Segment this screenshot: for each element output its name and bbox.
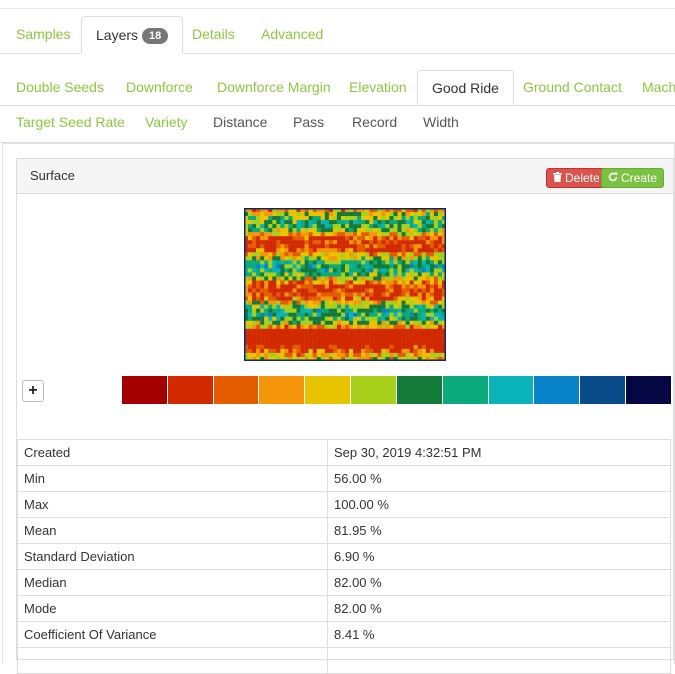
stats-row: Min 56.00 % xyxy=(17,465,671,492)
legend-swatch xyxy=(351,376,397,404)
legend-swatch xyxy=(396,376,443,404)
subtab-pass[interactable]: Pass xyxy=(293,105,324,139)
legend-swatch xyxy=(534,376,581,404)
surface-map-image xyxy=(244,208,446,361)
tab-layers[interactable]: Layers 18 xyxy=(81,16,184,54)
legend-swatch xyxy=(488,376,535,404)
subtab-width[interactable]: Width xyxy=(423,105,459,139)
stat-label: Mode xyxy=(17,595,328,622)
stat-value xyxy=(327,647,671,674)
subtab-downforce-margin[interactable]: Downforce Margin xyxy=(217,70,331,104)
tab-details[interactable]: Details xyxy=(192,16,235,52)
trash-icon xyxy=(553,169,562,187)
subtab-record[interactable]: Record xyxy=(352,105,397,139)
stat-label: Min xyxy=(17,465,328,492)
legend-swatch xyxy=(626,376,671,404)
create-label: Create xyxy=(621,171,658,185)
tab-label: Details xyxy=(192,26,235,42)
zoom-in-button[interactable]: + xyxy=(22,380,44,402)
stat-value: 56.00 % xyxy=(327,465,671,492)
stats-row: Coefficient Of Variance 8.41 % xyxy=(17,621,671,648)
layer-subtabs: Double Seeds Downforce Downforce Margin … xyxy=(0,70,675,143)
stats-row xyxy=(17,647,671,674)
legend-swatch xyxy=(442,376,489,404)
refresh-icon xyxy=(608,169,618,187)
surface-panel: Surface Delete Create + Created Sep 30, 2… xyxy=(16,158,674,674)
main-tabs: Samples Layers 18 Details Advanced xyxy=(0,16,675,54)
stat-value: 82.00 % xyxy=(327,595,671,622)
subtab-downforce[interactable]: Downforce xyxy=(126,70,193,104)
stats-row: Mean 81.95 % xyxy=(17,517,671,544)
tab-label: Advanced xyxy=(261,26,324,42)
stats-row: Mode 82.00 % xyxy=(17,595,671,622)
legend-swatch xyxy=(122,376,168,404)
stat-value: Sep 30, 2019 4:32:51 PM xyxy=(327,439,671,466)
stat-label: Standard Deviation xyxy=(17,543,328,570)
stat-value: 100.00 % xyxy=(327,491,671,518)
subtab-variety[interactable]: Variety xyxy=(145,105,188,139)
stat-label: Max xyxy=(17,491,328,518)
stat-value: 8.41 % xyxy=(327,621,671,648)
color-legend xyxy=(122,376,671,404)
tab-samples[interactable]: Samples xyxy=(16,16,70,52)
stat-value: 82.00 % xyxy=(327,569,671,596)
panel-title: Surface xyxy=(30,168,75,183)
panel-header: Surface Delete Create xyxy=(17,159,673,194)
stats-row: Max 100.00 % xyxy=(17,491,671,518)
subtab-good-ride[interactable]: Good Ride xyxy=(417,70,514,106)
stats-row: Created Sep 30, 2019 4:32:51 PM xyxy=(17,439,671,466)
subtab-target-seed-rate[interactable]: Target Seed Rate xyxy=(16,105,125,139)
tab-label: Samples xyxy=(16,26,71,42)
delete-label: Delete xyxy=(565,171,600,185)
subtab-machine[interactable]: Machi xyxy=(642,70,675,104)
tab-label: Layers xyxy=(96,27,139,43)
legend-swatch xyxy=(305,376,352,404)
stats-table: Created Sep 30, 2019 4:32:51 PM Min 56.00 %… xyxy=(17,439,671,674)
stat-value: 81.95 % xyxy=(327,517,671,544)
stat-label: Mean xyxy=(17,517,328,544)
create-button[interactable]: Create xyxy=(601,168,665,188)
tab-advanced[interactable]: Advanced xyxy=(261,16,323,52)
stat-label xyxy=(17,647,328,674)
stats-row: Median 82.00 % xyxy=(17,569,671,596)
legend-swatch xyxy=(213,376,260,404)
stats-row: Standard Deviation 6.90 % xyxy=(17,543,671,570)
delete-button[interactable]: Delete xyxy=(546,168,607,188)
layers-count-badge: 18 xyxy=(142,28,169,44)
stat-label: Median xyxy=(17,569,328,596)
stat-label: Created xyxy=(17,439,328,466)
stat-value: 6.90 % xyxy=(327,543,671,570)
legend-swatch xyxy=(259,376,306,404)
subtab-elevation[interactable]: Elevation xyxy=(349,70,407,104)
subtab-distance[interactable]: Distance xyxy=(213,105,267,139)
subtab-ground-contact[interactable]: Ground Contact xyxy=(523,70,622,104)
legend-swatch xyxy=(167,376,214,404)
subtab-double-seeds[interactable]: Double Seeds xyxy=(16,70,104,104)
stat-label: Coefficient Of Variance xyxy=(17,621,328,648)
legend-swatch xyxy=(580,376,627,404)
top-divider xyxy=(0,8,675,9)
